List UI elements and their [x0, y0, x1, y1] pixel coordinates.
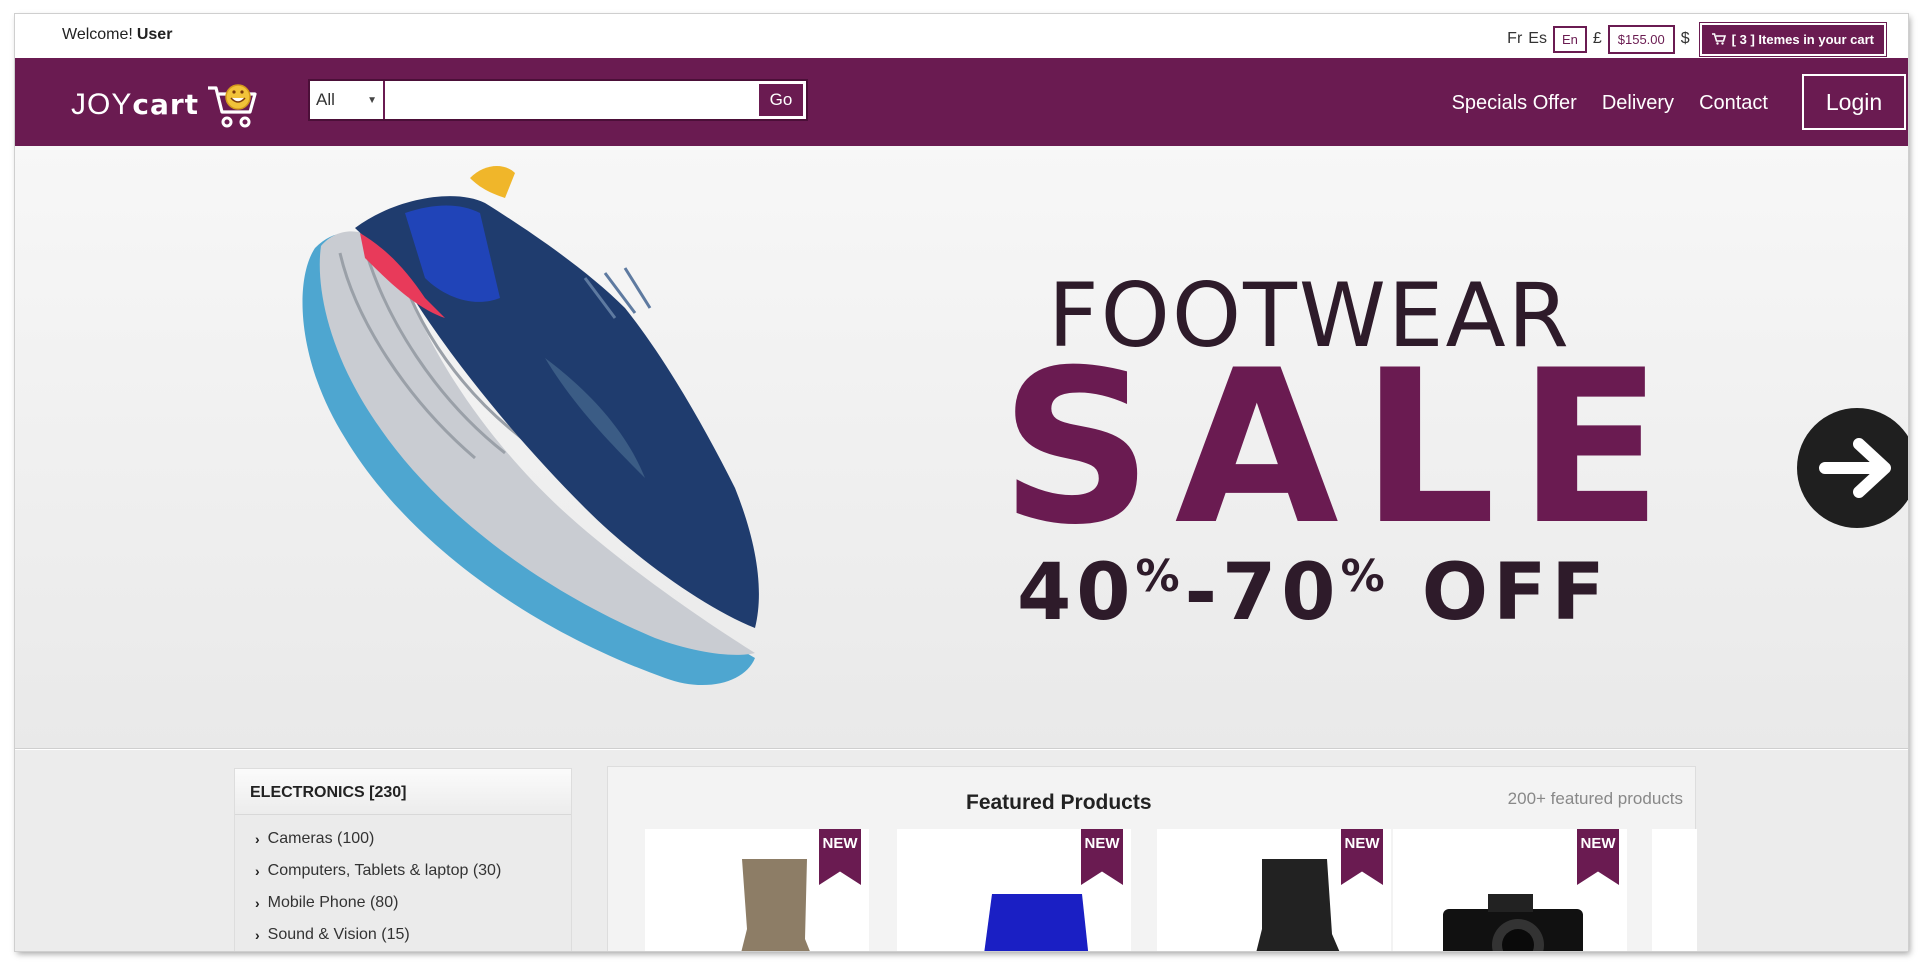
search-input[interactable]	[385, 81, 756, 119]
welcome-message: Welcome! User	[62, 26, 172, 44]
product-card[interactable]: NEW	[645, 829, 869, 951]
product-card-partial[interactable]	[1652, 829, 1697, 951]
product-card[interactable]: NEW	[1157, 829, 1391, 951]
search-category-select[interactable]: All ▼	[310, 81, 385, 119]
arrow-right-icon	[1819, 438, 1891, 498]
new-badge: NEW	[1081, 829, 1123, 885]
search-go-button[interactable]: Go	[759, 84, 803, 116]
content-section: ELECTRONICS [230] › Cameras (100) › Comput…	[15, 750, 1908, 951]
cart-label: [ 3 ] Itemes in your cart	[1731, 31, 1874, 47]
featured-title: Featured Products	[966, 791, 1152, 814]
smiling-cart-icon	[208, 84, 257, 128]
language-es-link[interactable]: Es	[1528, 30, 1547, 48]
boot-image	[741, 859, 810, 951]
blue-boot-image	[984, 894, 1089, 951]
nav-link-delivery[interactable]: Delivery	[1602, 92, 1674, 115]
browser-page: Welcome! User Fr Es En £ $155.00 $ [ 3 ] …	[15, 14, 1908, 951]
featured-count: 200+ featured products	[1507, 789, 1683, 808]
main-navbar: JOYcart All ▼ Go Specials Offer Delivery…	[15, 58, 1908, 146]
product-card[interactable]: NEW	[1393, 829, 1627, 951]
category-item-mobile-phone[interactable]: › Mobile Phone (80)	[255, 887, 571, 919]
top-utility-bar: Welcome! User Fr Es En £ $155.00 $ [ 3 ] …	[15, 14, 1908, 58]
logo-text: JOYcart	[71, 88, 200, 121]
welcome-text: Welcome!	[62, 26, 133, 43]
category-sidebar: ELECTRONICS [230] › Cameras (100) › Comput…	[234, 768, 572, 951]
hero-banner[interactable]: FOOTWEAR SALE 40%-70% OFF	[15, 146, 1908, 749]
black-boot-image	[1256, 859, 1340, 951]
new-badge: NEW	[1577, 829, 1619, 885]
nav-links: Specials Offer Delivery Contact	[1452, 92, 1768, 115]
product-card[interactable]: NEW	[897, 829, 1131, 951]
account-toolbar: Fr Es En £ $155.00 $ [ 3 ] Itemes in you…	[1507, 21, 1888, 57]
chevron-right-icon: ›	[255, 895, 260, 911]
new-badge: NEW	[1341, 829, 1383, 885]
nav-link-contact[interactable]: Contact	[1699, 92, 1768, 115]
running-shoe-image	[302, 166, 759, 686]
chevron-right-icon: ›	[255, 831, 260, 847]
nav-link-specials-offer[interactable]: Specials Offer	[1452, 92, 1577, 115]
chevron-right-icon: ›	[255, 927, 260, 943]
camera-image	[1443, 894, 1583, 951]
language-en-selected[interactable]: En	[1552, 25, 1587, 53]
carousel-next-button[interactable]	[1797, 408, 1908, 528]
login-button[interactable]: Login	[1802, 74, 1906, 130]
user-name: User	[136, 26, 173, 43]
category-item-cameras[interactable]: › Cameras (100)	[255, 823, 571, 855]
chevron-right-icon: ›	[255, 863, 260, 879]
category-title: ELECTRONICS [230]	[235, 769, 571, 815]
cart-total-price: $155.00	[1607, 24, 1675, 54]
cart-icon	[1711, 33, 1726, 45]
search-bar: All ▼ Go	[308, 79, 808, 121]
currency-pound-link[interactable]: £	[1593, 30, 1602, 48]
featured-products-panel: Featured Products 200+ featured products…	[607, 766, 1697, 951]
language-fr-link[interactable]: Fr	[1507, 30, 1522, 48]
hero-discount-text: 40%-70% OFF	[1017, 548, 1610, 638]
new-badge: NEW	[819, 829, 861, 885]
hero-headline-sale: SALE	[1000, 324, 1685, 571]
category-item-computers[interactable]: › Computers, Tablets & laptop (30)	[255, 855, 571, 887]
caret-down-icon: ▼	[367, 94, 377, 106]
category-item-sound-vision[interactable]: › Sound & Vision (15)	[255, 919, 571, 951]
joycart-logo[interactable]: JOYcart	[71, 80, 261, 130]
search-category-value: All	[316, 90, 335, 109]
category-list: › Cameras (100) › Computers, Tablets & lap…	[235, 815, 571, 951]
currency-dollar-link[interactable]: $	[1681, 30, 1690, 48]
cart-button[interactable]: [ 3 ] Itemes in your cart	[1698, 21, 1888, 57]
